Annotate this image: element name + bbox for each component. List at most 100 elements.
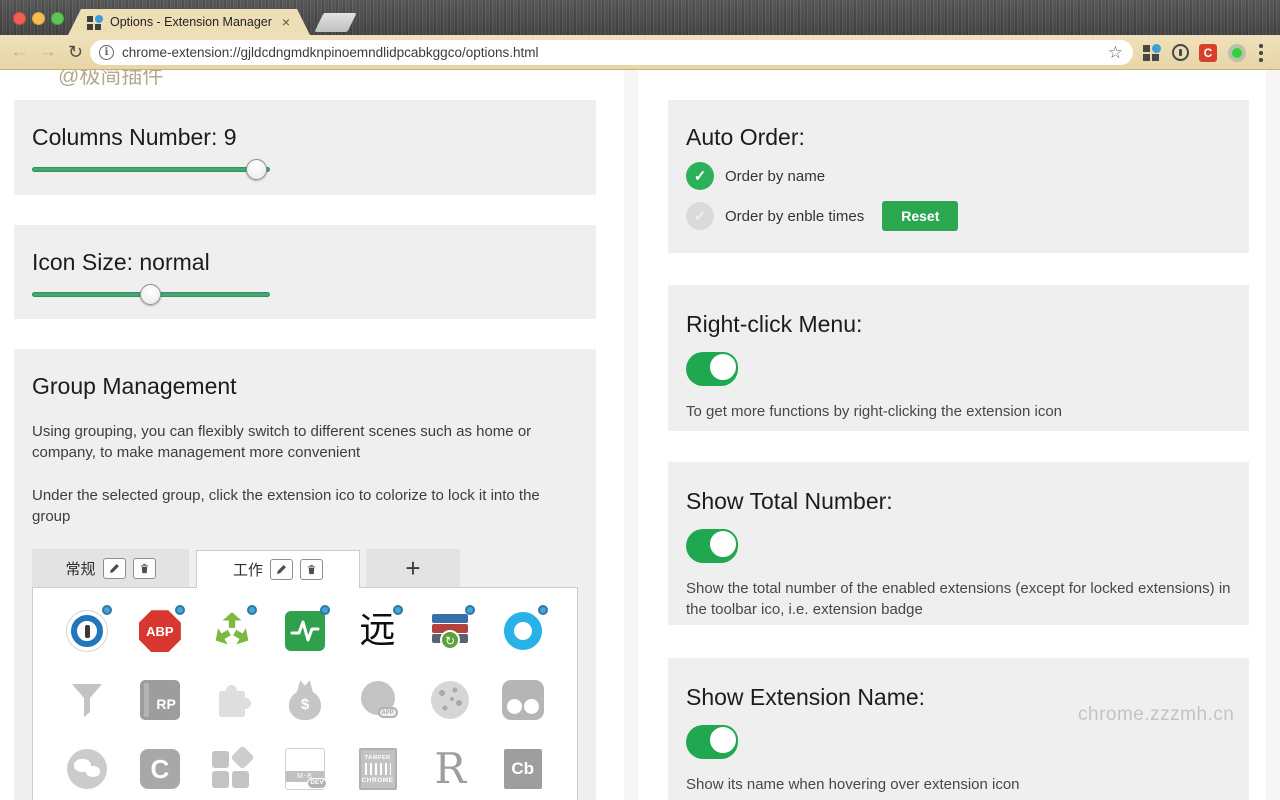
toggle-knob [708, 352, 738, 382]
show-extension-name-toggle[interactable] [686, 725, 738, 759]
green-dot-toolbar-icon[interactable] [1228, 44, 1246, 62]
recycle-icon [211, 610, 253, 652]
show-total-number-desc: Show the total number of the enabled ext… [686, 578, 1231, 620]
extension-manager-favicon [87, 15, 102, 30]
window-zoom-button[interactable] [51, 12, 64, 25]
toggle-knob [708, 725, 738, 755]
cb-icon: Cb [504, 749, 542, 789]
extension-icon-cb-square[interactable]: Cb [501, 747, 545, 791]
edit-group-button[interactable] [270, 559, 293, 580]
page-info-icon[interactable]: i [99, 45, 114, 60]
pencil-icon [276, 564, 287, 575]
extension-icon-wechat[interactable] [65, 747, 109, 791]
extension-icon-onepassword[interactable] [65, 609, 109, 653]
pulse-icon [285, 611, 325, 651]
right-click-menu-toggle[interactable] [686, 352, 738, 386]
add-group-tab[interactable]: + [366, 549, 460, 587]
order-by-enable-times-row: ✓ Order by enble times Reset [686, 201, 1231, 231]
extension-icon-four-squares[interactable] [210, 747, 254, 791]
funnel-icon [67, 679, 107, 721]
extension-icon-c-letter[interactable]: C [138, 747, 182, 791]
extension-icon-puzzle[interactable] [210, 678, 254, 722]
group-tab-label: 工作 [233, 559, 263, 580]
trash-icon [306, 564, 317, 575]
group-tab-changgui[interactable]: 常规 [32, 549, 189, 587]
options-page: @极简插件 Columns Number: 9 Icon Size: norma… [0, 70, 1280, 800]
extension-icon-recycle[interactable] [210, 609, 254, 653]
group-tab-strip: 常规 工作 + [32, 549, 578, 587]
icon-size-slider-thumb[interactable] [140, 284, 161, 305]
locked-badge [247, 605, 257, 615]
group-management-title: Group Management [32, 373, 578, 400]
watermark-handle: @极简插件 [58, 70, 163, 90]
extension-icon-two-circles[interactable] [501, 678, 545, 722]
window-minimize-button[interactable] [32, 12, 45, 25]
pencil-icon [109, 563, 120, 574]
watermark-site: chrome.zzzmh.cn [1078, 704, 1234, 726]
cookie-icon [431, 681, 469, 719]
columns-number-slider[interactable] [32, 167, 270, 172]
extension-icon-adblock-plus[interactable]: ABP [138, 609, 182, 653]
left-column: @极简插件 Columns Number: 9 Icon Size: norma… [0, 70, 624, 800]
extension-icon-r-serif[interactable]: R [428, 747, 472, 791]
browser-toolbar: ← → ↻ i chrome-extension://gjldcdngmdknp… [0, 35, 1280, 70]
extension-icon-funnel[interactable] [65, 678, 109, 722]
r-serif-icon: R [434, 748, 466, 790]
locked-badge [102, 605, 112, 615]
icon-size-card: Icon Size: normal [14, 225, 596, 319]
calligraphy-icon: 远 [360, 613, 396, 649]
bookmark-star-icon[interactable]: ☆ [1108, 43, 1123, 63]
money-bag-icon: $ [285, 678, 325, 722]
auto-order-card: Auto Order: ✓ Order by name ✓ Order by e… [668, 100, 1249, 253]
colorzilla-toolbar-icon[interactable]: C [1199, 44, 1217, 62]
new-tab-button[interactable] [314, 13, 356, 32]
four-squares-icon [211, 748, 253, 790]
url-text[interactable]: chrome-extension://gjldcdngmdknpinoemndl… [122, 45, 1108, 60]
right-click-menu-title: Right-click Menu: [686, 311, 1231, 338]
extension-icon-money-bag[interactable]: $ [283, 678, 327, 722]
delete-group-button[interactable] [133, 558, 156, 579]
address-bar[interactable]: i chrome-extension://gjldcdngmdknpinoemn… [90, 40, 1133, 65]
reset-button[interactable]: Reset [882, 201, 958, 231]
extension-icon-markdown-dev[interactable]: M-B DEV [283, 747, 327, 791]
extension-icon-tamper-chrome[interactable]: TAMPER CHROME [356, 747, 400, 791]
order-by-name-row: ✓ Order by name [686, 162, 1231, 190]
forward-icon[interactable]: → [38, 38, 57, 66]
delete-group-button[interactable] [300, 559, 323, 580]
extension-manager-toolbar-icon[interactable] [1143, 44, 1160, 61]
blue-ring-icon [504, 612, 542, 650]
tab-close-icon[interactable]: × [282, 14, 290, 30]
locked-badge [465, 605, 475, 615]
locked-badge [320, 605, 330, 615]
extension-icon-calligraphy[interactable]: 远 [356, 609, 400, 653]
extension-icon-app-wrench[interactable]: APP [356, 678, 400, 722]
window-close-button[interactable] [13, 12, 26, 25]
extension-icon-cookie[interactable] [428, 678, 472, 722]
columns-slider-thumb[interactable] [246, 159, 267, 180]
left-column-scrollbar[interactable] [624, 70, 638, 800]
extension-icon-blue-ring[interactable] [501, 609, 545, 653]
extension-icon-pulse-green[interactable] [283, 609, 327, 653]
locked-badge [538, 605, 548, 615]
reload-icon[interactable]: ↻ [68, 38, 83, 66]
back-icon[interactable]: ← [10, 38, 29, 66]
markdown-dev-icon: M-B DEV [285, 748, 325, 790]
trash-icon [139, 563, 150, 574]
group-tab-gongzuo-active[interactable]: 工作 [196, 550, 360, 588]
columns-number-card: Columns Number: 9 [14, 100, 596, 195]
check-circle-on-icon[interactable]: ✓ [686, 162, 714, 190]
browser-menu-icon[interactable] [1259, 44, 1263, 62]
abp-icon: ABP [139, 610, 181, 652]
edit-group-button[interactable] [103, 558, 126, 579]
browser-tab[interactable]: Options - Extension Manager × [68, 9, 310, 35]
right-column-scrollbar[interactable] [1266, 70, 1280, 800]
extension-icon-style-stack[interactable]: ↻ [428, 609, 472, 653]
onepassword-icon [66, 610, 108, 652]
onepassword-toolbar-icon[interactable] [1172, 44, 1189, 61]
icon-size-slider[interactable] [32, 292, 270, 297]
toggle-knob [708, 529, 738, 559]
check-circle-off-icon[interactable]: ✓ [686, 202, 714, 230]
extension-icon-rp-reader[interactable]: RP [138, 678, 182, 722]
show-total-number-toggle[interactable] [686, 529, 738, 563]
tamper-chrome-icon: TAMPER CHROME [359, 748, 397, 790]
